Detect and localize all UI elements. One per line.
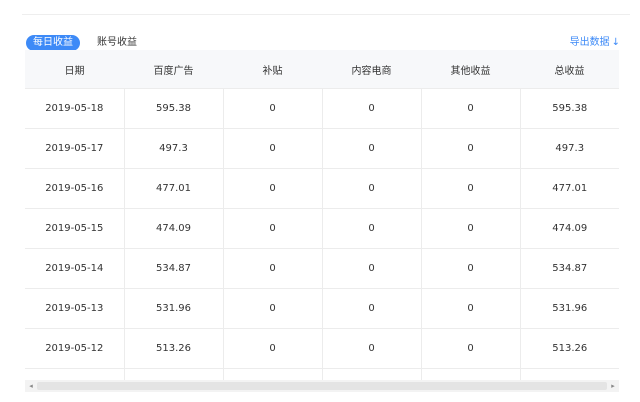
table-body: 2019-05-18 595.38 0 0 0 595.38 2019-05-1… xyxy=(25,88,619,380)
cell-baidu-ads: 595.38 xyxy=(123,88,223,129)
cell-subsidy: 0 xyxy=(222,128,322,169)
cell-date: 2019-05-14 xyxy=(25,248,124,289)
cell-content-ecommerce: 0 xyxy=(321,208,421,249)
cell-subsidy: 0 xyxy=(222,288,322,329)
cell-other-earnings: 0 xyxy=(420,328,520,369)
table-row: 2019-05-17 497.3 0 0 0 497.3 xyxy=(25,128,619,169)
cell-other-earnings: 0 xyxy=(420,128,520,169)
cell-date: 2019-05-16 xyxy=(25,168,124,209)
scrollbar-thumb[interactable] xyxy=(37,382,607,390)
earnings-page: 每日收益 账号收益 导出数据 ↓ 日期 百度广告 补贴 内容电商 其他收益 总收益… xyxy=(0,0,640,402)
cell-date: 2019-05-15 xyxy=(25,208,124,249)
export-data-label: 导出数据 xyxy=(569,37,610,48)
column-header-other-earnings: 其他收益 xyxy=(421,50,520,89)
cell-content-ecommerce: 0 xyxy=(321,288,421,329)
cell-subsidy: 0 xyxy=(222,208,322,249)
cell-baidu-ads: 474.09 xyxy=(123,208,223,249)
cell-baidu-ads: 497.3 xyxy=(123,128,223,169)
cell-other-earnings: 0 xyxy=(420,288,520,329)
download-arrow-icon: ↓ xyxy=(611,37,620,48)
table-row: 2019-05-12 513.26 0 0 0 513.26 xyxy=(25,328,619,369)
cell-other-earnings: 0 xyxy=(420,168,520,209)
earnings-tabs: 每日收益 账号收益 xyxy=(26,35,144,51)
earnings-table-container: 日期 百度广告 补贴 内容电商 其他收益 总收益 2019-05-18 595.… xyxy=(25,50,619,380)
tab-account-earnings[interactable]: 账号收益 xyxy=(90,35,144,51)
table-row: 2019-05-18 595.38 0 0 0 595.38 xyxy=(25,88,619,129)
table-row: 2019-05-14 534.87 0 0 0 534.87 xyxy=(25,248,619,289)
cell-total-earnings: 513.26 xyxy=(519,328,619,369)
cell-content-ecommerce: 0 xyxy=(321,168,421,209)
top-divider xyxy=(22,14,630,15)
column-header-content-ecommerce: 内容电商 xyxy=(322,50,421,89)
earnings-table: 日期 百度广告 补贴 内容电商 其他收益 总收益 2019-05-18 595.… xyxy=(25,50,619,380)
cell-baidu-ads: 534.87 xyxy=(123,248,223,289)
cell-other-earnings: 0 xyxy=(420,208,520,249)
tab-daily-earnings[interactable]: 每日收益 xyxy=(26,35,80,51)
table-row: 2019-05-16 477.01 0 0 0 477.01 xyxy=(25,168,619,209)
cell-date: 2019-05-12 xyxy=(25,328,124,369)
cell-content-ecommerce: 0 xyxy=(321,248,421,289)
cell-total-earnings: 531.96 xyxy=(519,288,619,329)
column-header-baidu-ads: 百度广告 xyxy=(124,50,223,89)
cell-date: 2019-05-18 xyxy=(25,88,124,129)
cell-date: 2019-05-17 xyxy=(25,128,124,169)
export-data-link[interactable]: 导出数据 ↓ xyxy=(570,35,620,51)
cell-other-earnings: 0 xyxy=(420,88,520,129)
cell-total-earnings: 534.87 xyxy=(519,248,619,289)
cell-content-ecommerce: 0 xyxy=(321,328,421,369)
horizontal-scrollbar[interactable]: ◂ ▸ xyxy=(25,380,619,392)
cell-total-earnings: 477.01 xyxy=(519,168,619,209)
table-header-row: 日期 百度广告 补贴 内容电商 其他收益 总收益 xyxy=(25,50,619,89)
cell-subsidy: 0 xyxy=(222,168,322,209)
cell-total-earnings: 497.3 xyxy=(519,128,619,169)
cell-subsidy: 0 xyxy=(222,328,322,369)
cell-baidu-ads: 531.96 xyxy=(123,288,223,329)
cell-other-earnings: 0 xyxy=(420,248,520,289)
table-row: 2019-05-15 474.09 0 0 0 474.09 xyxy=(25,208,619,249)
table-filler-row xyxy=(25,368,619,380)
cell-subsidy: 0 xyxy=(222,248,322,289)
cell-baidu-ads: 513.26 xyxy=(123,328,223,369)
cell-total-earnings: 474.09 xyxy=(519,208,619,249)
cell-content-ecommerce: 0 xyxy=(321,88,421,129)
column-header-date: 日期 xyxy=(25,50,124,89)
cell-content-ecommerce: 0 xyxy=(321,128,421,169)
column-header-subsidy: 补贴 xyxy=(223,50,322,89)
table-row: 2019-05-13 531.96 0 0 0 531.96 xyxy=(25,288,619,329)
scroll-right-arrow-icon[interactable]: ▸ xyxy=(607,380,619,392)
cell-subsidy: 0 xyxy=(222,88,322,129)
cell-total-earnings: 595.38 xyxy=(519,88,619,129)
column-header-total-earnings: 总收益 xyxy=(520,50,619,89)
cell-baidu-ads: 477.01 xyxy=(123,168,223,209)
cell-date: 2019-05-13 xyxy=(25,288,124,329)
scroll-left-arrow-icon[interactable]: ◂ xyxy=(25,380,37,392)
